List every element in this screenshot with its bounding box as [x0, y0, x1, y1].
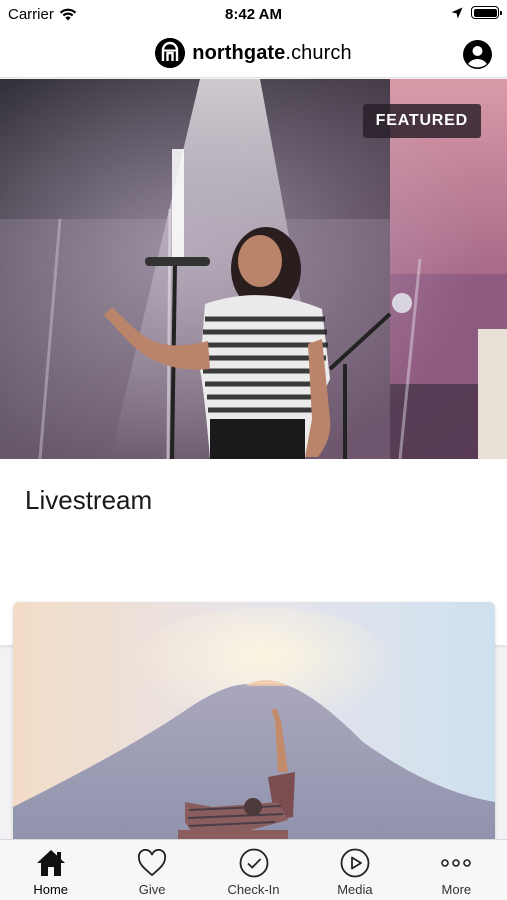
heart-icon — [138, 849, 167, 877]
tab-bar: Home Give Check-In Media More — [0, 839, 507, 900]
tab-home-label: Home — [33, 882, 69, 897]
home-icon — [36, 850, 65, 876]
clock: 8:42 AM — [225, 6, 282, 23]
app-header: northgate.church — [0, 30, 507, 78]
play-circle-icon — [340, 848, 370, 878]
tab-media-label: Media — [337, 882, 373, 897]
status-bar: Carrier 8:42 AM — [0, 0, 507, 30]
church-logo: northgate.church — [0, 38, 507, 68]
feed-card-image[interactable] — [13, 602, 495, 839]
location-arrow-icon — [451, 7, 463, 18]
logo-text-regular: .church — [285, 41, 352, 64]
battery-icon — [471, 6, 502, 19]
check-circle-icon — [239, 848, 268, 878]
more-dots-icon — [441, 859, 472, 867]
profile-icon[interactable] — [463, 40, 492, 69]
tab-more-label: More — [441, 882, 472, 897]
status-right — [451, 6, 502, 19]
tab-give-label: Give — [138, 882, 166, 897]
tab-give[interactable]: Give — [101, 840, 202, 900]
tab-home[interactable]: Home — [0, 840, 101, 900]
tab-more[interactable]: More — [406, 840, 507, 900]
content-feed[interactable]: FEATURED Livestream — [0, 79, 507, 839]
featured-image[interactable]: FEATURED — [0, 79, 507, 459]
tab-check-in-label: Check-In — [227, 882, 280, 897]
logo-text: northgate.church — [192, 42, 351, 65]
featured-card-title: Livestream — [25, 485, 153, 515]
logo-mark-icon — [155, 38, 186, 68]
logo-text-bold: northgate — [192, 41, 286, 64]
mountain-worship-photo — [13, 602, 495, 839]
featured-badge: FEATURED — [362, 104, 481, 138]
tab-media[interactable]: Media — [304, 840, 405, 900]
tab-check-in[interactable]: Check-In — [203, 840, 304, 900]
